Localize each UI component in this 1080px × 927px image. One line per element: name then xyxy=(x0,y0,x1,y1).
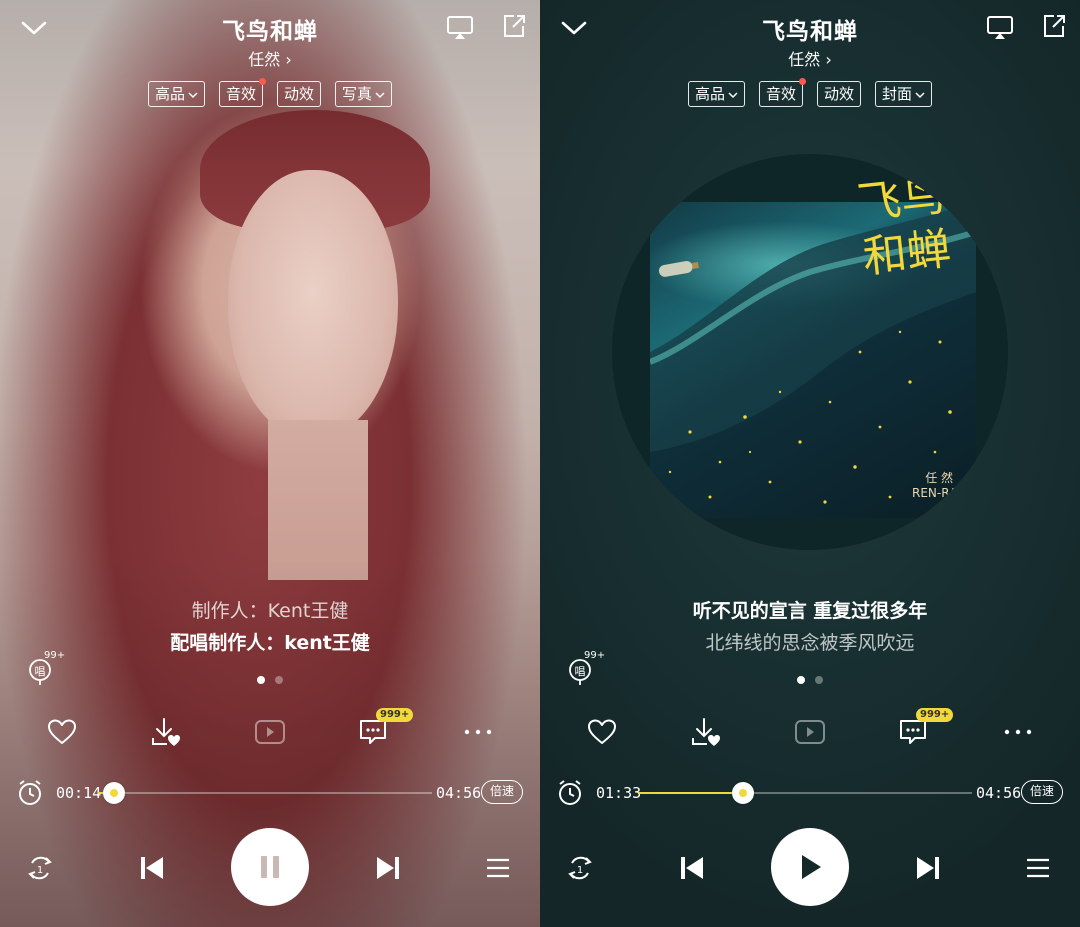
total-time: 04:56 xyxy=(976,784,1022,802)
like-heart-icon[interactable] xyxy=(42,712,82,752)
background-mode-select[interactable]: 写真 xyxy=(335,81,393,107)
album-art-title: 飞鸟和蝉 xyxy=(854,169,954,284)
album-cover-disc[interactable]: 飞鸟和蝉 任 然 REN-RAN xyxy=(612,154,1008,550)
song-title: 飞鸟和蝉 xyxy=(762,19,858,45)
chevron-down-icon xyxy=(188,83,198,106)
playback-controls: 1 xyxy=(0,828,540,908)
playback-speed-button[interactable]: 倍速 xyxy=(1021,780,1063,804)
next-track-icon[interactable] xyxy=(368,848,408,888)
music-video-icon[interactable] xyxy=(250,712,290,752)
quality-select[interactable]: 高品 xyxy=(687,81,745,107)
song-title: 飞鸟和蝉 xyxy=(222,19,318,45)
background-mode-select[interactable]: 封面 xyxy=(875,81,933,107)
quality-select[interactable]: 高品 xyxy=(147,81,205,107)
pause-button[interactable] xyxy=(231,828,309,906)
player-screen-photo: 飞鸟和蝉 任然 › 高品 音效 动效 写真 制作人：Kent王健 配唱制作人：k… xyxy=(0,0,540,927)
play-icon xyxy=(802,855,821,879)
new-dot-badge xyxy=(799,78,806,85)
mic-count-badge: 99+ xyxy=(584,650,606,661)
sleep-timer-clock-icon[interactable] xyxy=(550,773,590,813)
progress-knob[interactable] xyxy=(102,782,125,804)
action-row: 999+ xyxy=(540,708,1080,752)
pause-icon xyxy=(261,856,279,878)
comment-count-badge: 999+ xyxy=(916,708,954,722)
lyric-line-current: 听不见的宣言 重复过很多年 xyxy=(692,600,928,622)
progress-knob[interactable] xyxy=(731,782,754,804)
new-dot-badge xyxy=(259,78,266,85)
comment-count-badge: 999+ xyxy=(376,708,414,722)
playback-controls: 1 xyxy=(540,828,1080,908)
option-tags: 高品 音效 动效 写真 xyxy=(0,78,540,107)
play-button[interactable] xyxy=(771,828,849,906)
credit-line-vocal-producer: 配唱制作人：kent王健 xyxy=(170,632,370,654)
chevron-down-icon xyxy=(728,83,738,106)
credit-line-producer: 制作人：Kent王健 xyxy=(191,600,349,622)
more-icon[interactable] xyxy=(458,712,498,752)
more-icon[interactable] xyxy=(998,712,1038,752)
music-video-icon[interactable] xyxy=(790,712,830,752)
progress-row: 00:14 04:56 倍速 xyxy=(0,776,540,810)
page-indicator xyxy=(0,676,540,684)
player-screen-cover: 飞鸟和蝉 任然 › 高品 音效 动效 封面 飞鸟和蝉 任 然 REN-RAN 听… xyxy=(540,0,1080,927)
artist-link[interactable]: 任然 › xyxy=(540,46,1080,70)
comments-icon[interactable]: 999+ xyxy=(354,708,414,752)
svg-text:1: 1 xyxy=(577,865,583,876)
animation-button[interactable]: 动效 xyxy=(817,81,862,107)
progress-track[interactable] xyxy=(98,782,432,804)
sound-effect-button[interactable]: 音效 xyxy=(218,78,266,107)
sleep-timer-clock-icon[interactable] xyxy=(10,773,50,813)
previous-track-icon[interactable] xyxy=(132,848,172,888)
chevron-down-icon xyxy=(375,83,385,106)
like-heart-icon[interactable] xyxy=(582,712,622,752)
artist-link[interactable]: 任然 › xyxy=(0,46,540,70)
option-tags: 高品 音效 动效 封面 xyxy=(540,78,1080,107)
previous-track-icon[interactable] xyxy=(672,848,712,888)
repeat-one-icon[interactable]: 1 xyxy=(560,848,600,888)
progress-fill xyxy=(638,792,743,794)
download-icon[interactable] xyxy=(146,712,186,752)
elapsed-time: 00:14 xyxy=(56,784,102,802)
elapsed-time: 01:33 xyxy=(596,784,642,802)
progress-row: 01:33 04:56 倍速 xyxy=(540,776,1080,810)
action-row: 999+ xyxy=(0,708,540,752)
album-art-artist: 任 然 REN-RAN xyxy=(912,471,967,500)
next-track-icon[interactable] xyxy=(908,848,948,888)
repeat-one-icon[interactable]: 1 xyxy=(20,848,60,888)
total-time: 04:56 xyxy=(436,784,482,802)
comments-icon[interactable]: 999+ xyxy=(894,708,954,752)
playlist-menu-icon[interactable] xyxy=(1018,848,1058,888)
playback-speed-button[interactable]: 倍速 xyxy=(481,780,523,804)
page-indicator xyxy=(540,676,1080,684)
svg-text:1: 1 xyxy=(37,865,43,876)
mic-count-badge: 99+ xyxy=(44,650,66,661)
progress-track[interactable] xyxy=(638,782,972,804)
lyric-line-next: 北纬线的思念被季风吹远 xyxy=(705,632,915,654)
download-icon[interactable] xyxy=(686,712,726,752)
chevron-down-icon xyxy=(915,83,925,106)
playlist-menu-icon[interactable] xyxy=(478,848,518,888)
animation-button[interactable]: 动效 xyxy=(277,81,322,107)
sound-effect-button[interactable]: 音效 xyxy=(758,78,806,107)
